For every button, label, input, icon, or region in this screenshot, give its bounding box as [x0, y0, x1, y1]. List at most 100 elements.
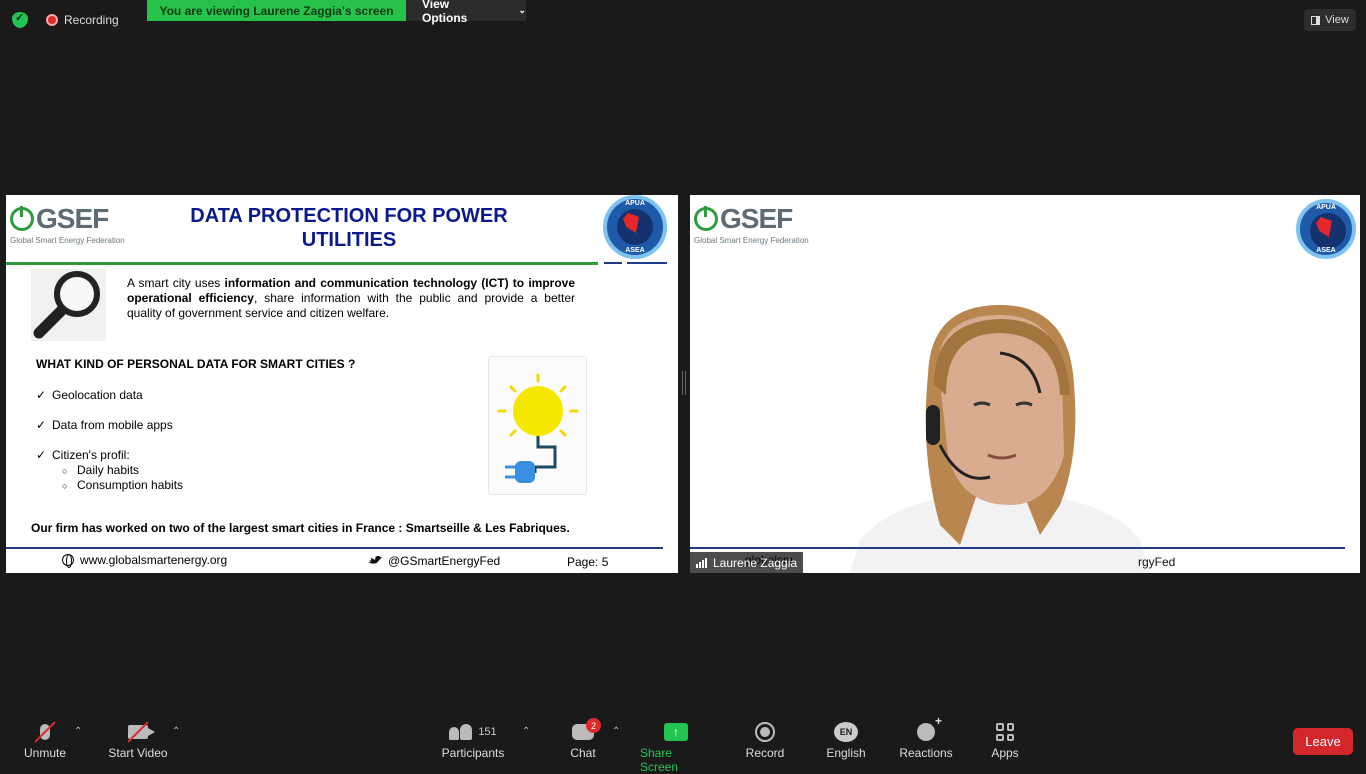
view-options-label: View Options	[422, 0, 468, 25]
bullet-text: Geolocation data	[52, 388, 143, 402]
circle-bullet-icon: ○	[62, 466, 68, 476]
participant-name: Laurene Zaggia	[713, 555, 798, 570]
unmute-label: Unmute	[23, 746, 67, 760]
slide-title: DATA PROTECTION FOR POWER UTILITIES	[190, 205, 508, 251]
chat-unread-badge: 2	[586, 718, 601, 733]
check-icon: ✓	[36, 418, 47, 432]
bullet-item: ✓ Citizen's profil:	[36, 448, 130, 462]
participant-video-feed	[850, 305, 1150, 573]
chat-options-caret[interactable]: ⌃	[612, 726, 620, 737]
twitter-handle: @GSmartEnergyFed	[388, 554, 501, 568]
video-options-caret[interactable]: ⌃	[172, 726, 180, 737]
apps-label: Apps	[991, 746, 1019, 760]
gsef-logo: GSEF Global Smart Energy Federation	[10, 203, 125, 245]
bullet-item: ✓ Geolocation data	[36, 388, 143, 402]
intro-text: A smart city uses	[127, 276, 225, 290]
start-video-label: Start Video	[108, 746, 168, 760]
bullet-text: Citizen's profil:	[52, 448, 130, 462]
chat-label: Chat	[570, 746, 596, 760]
sub-bullet-text: Daily habits	[77, 463, 140, 477]
gsef-logo: GSEF Global Smart Energy Federation	[694, 203, 809, 245]
power-icon	[694, 206, 718, 231]
footer-divider	[690, 547, 1345, 549]
record-button[interactable]: Record	[744, 718, 786, 760]
apua-logo-top-text: APUA	[1316, 204, 1336, 211]
participant-video-tile[interactable]: GSEF Global Smart Energy Federation APUA…	[690, 195, 1360, 573]
title-divider-accent	[604, 262, 622, 264]
chat-bubble-icon: 2	[572, 718, 601, 740]
apua-logo-top-text: APUA	[625, 200, 645, 207]
gsef-tagline: Global Smart Energy Federation	[10, 236, 125, 245]
shared-screen-slide: GSEF Global Smart Energy Federation DATA…	[6, 195, 678, 573]
participants-label: Participants	[441, 746, 505, 760]
chevron-down-icon: ⌄	[518, 5, 526, 15]
gsef-tagline: Global Smart Energy Federation	[694, 236, 809, 245]
title-divider-accent	[627, 262, 667, 264]
record-label: Record	[745, 746, 785, 760]
apua-logo-bottom-text: ASEA	[625, 247, 645, 254]
viewing-screen-banner: You are viewing Laurene Zaggia's screen	[147, 0, 406, 21]
connection-signal-icon	[696, 557, 707, 568]
slide-question: WHAT KIND OF PERSONAL DATA FOR SMART CIT…	[36, 357, 356, 371]
start-video-button[interactable]: Start Video	[106, 718, 170, 760]
twitter-icon	[368, 555, 382, 564]
apua-asea-logo: APUA ASEA	[603, 195, 667, 259]
language-globe-icon: EN	[834, 722, 858, 742]
title-divider	[6, 262, 598, 265]
website-text: www.globalsmartenergy.org	[80, 553, 228, 567]
participant-name-tag: Laurene Zaggia	[690, 552, 804, 573]
page-number: Page: 5	[567, 555, 609, 569]
leave-meeting-button[interactable]: Leave	[1293, 728, 1353, 755]
power-icon	[10, 206, 34, 231]
participants-options-caret[interactable]: ⌃	[522, 726, 530, 737]
audio-options-caret[interactable]: ⌃	[74, 726, 82, 737]
split-view-handle[interactable]	[682, 371, 686, 395]
sub-bullet-text: Consumption habits	[77, 478, 184, 492]
view-button[interactable]: View	[1304, 9, 1356, 31]
slide-intro-paragraph: A smart city uses information and commun…	[127, 276, 575, 321]
reactions-button[interactable]: Reactions	[898, 714, 954, 760]
viewing-banner-text: You are viewing Laurene Zaggia's screen	[159, 3, 394, 18]
reactions-emoji-icon	[917, 714, 942, 741]
language-label: English	[826, 746, 866, 760]
gsef-logo-text: GSEF	[720, 203, 793, 234]
circle-bullet-icon: ○	[62, 481, 68, 491]
lightbulb-plug-icon	[497, 373, 579, 483]
share-screen-arrow-icon: ↑	[664, 723, 688, 741]
participants-icon	[449, 724, 473, 740]
globe-icon	[62, 554, 74, 568]
footer-twitter: @GSmartEnergyFed	[368, 554, 500, 568]
bulb-illustration	[488, 356, 587, 495]
magnifier-icon	[33, 271, 100, 339]
language-interpretation-button[interactable]: EN English	[824, 718, 868, 760]
background-text: rgyFed	[1138, 555, 1176, 569]
view-button-label: View	[1325, 14, 1349, 26]
apua-asea-logo: APUA ASEA	[1296, 199, 1356, 259]
magnifier-image	[31, 269, 106, 341]
view-options-button[interactable]: View Options ⌄	[406, 0, 526, 25]
participants-button[interactable]: 151 Participants	[440, 718, 506, 760]
check-icon: ✓	[36, 388, 47, 402]
reactions-label: Reactions	[899, 746, 953, 760]
share-screen-button[interactable]: ↑ Share Screen	[640, 718, 712, 774]
gsef-logo-text: GSEF	[36, 203, 109, 234]
share-screen-label: Share Screen	[640, 746, 679, 774]
recording-icon	[46, 14, 58, 26]
slide-closing-statement: Our firm has worked on two of the larges…	[31, 521, 570, 535]
leave-label: Leave	[1305, 734, 1341, 749]
unmute-button[interactable]: Unmute	[22, 718, 68, 760]
view-layout-icon	[1311, 15, 1321, 25]
footer-divider	[6, 547, 663, 549]
recording-label: Recording	[64, 13, 119, 27]
chat-button[interactable]: 2 Chat	[566, 718, 601, 760]
apua-logo-bottom-text: ASEA	[1316, 247, 1336, 254]
sub-bullet-item: ○ Consumption habits	[62, 478, 183, 492]
bullet-text: Data from mobile apps	[52, 418, 173, 432]
sub-bullet-item: ○ Daily habits	[62, 463, 139, 477]
footer-website: www.globalsmartenergy.org	[62, 553, 228, 568]
check-icon: ✓	[36, 448, 47, 462]
record-icon	[755, 722, 775, 742]
participant-count: 151	[478, 726, 497, 738]
security-shield-icon[interactable]	[12, 11, 28, 28]
apps-button[interactable]: Apps	[988, 718, 1022, 760]
